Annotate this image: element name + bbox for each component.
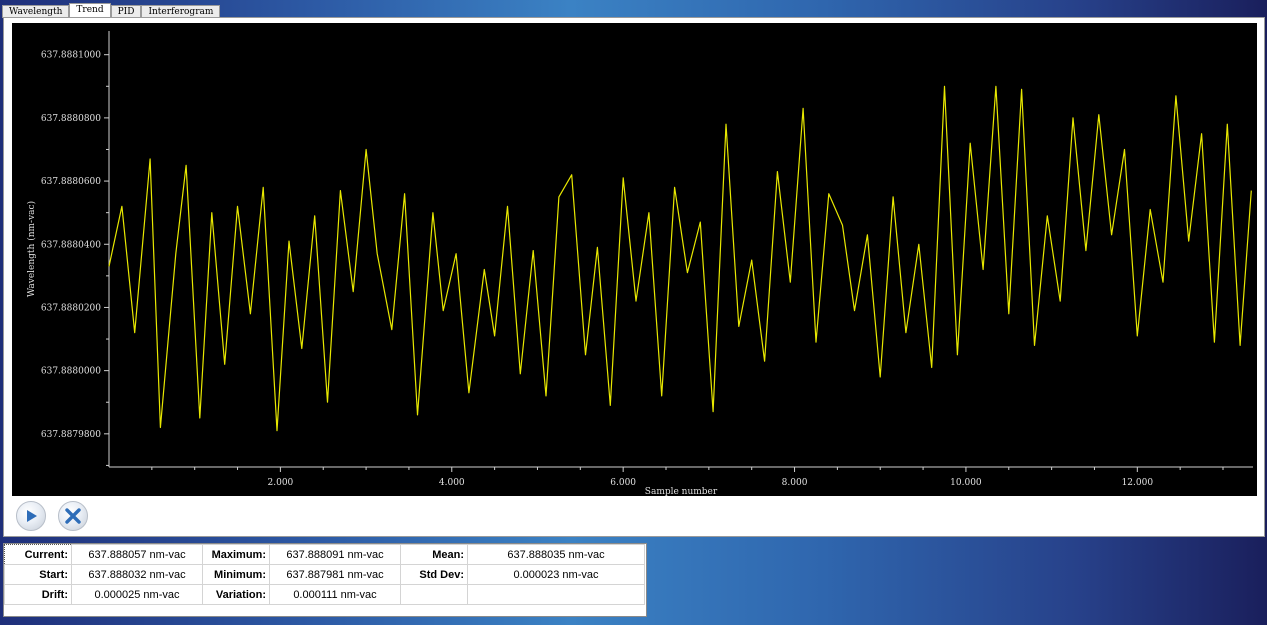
maximum-value: 637.888091 nm-vac — [269, 544, 401, 565]
stats-row: Current: 637.888057 nm-vac Maximum: 637.… — [4, 544, 645, 565]
mean-label: Mean: — [400, 544, 468, 565]
y-tick-label: 637.8880200 — [41, 303, 101, 313]
y-tick-label: 637.8879800 — [41, 430, 101, 440]
minimum-label: Minimum: — [202, 564, 270, 585]
x-tick-label: 10.000 — [950, 478, 982, 488]
mean-value: 637.888035 nm-vac — [467, 544, 645, 565]
start-label: Start: — [4, 564, 72, 585]
maximum-label: Maximum: — [202, 544, 270, 565]
close-x-icon — [65, 508, 81, 524]
y-axis-label: Wavelength (nm-vac) — [26, 201, 37, 297]
trend-panel: 637.8879800 637.8880000 637.8880200 637.888… — [3, 17, 1265, 537]
y-tick-label: 637.8881000 — [41, 51, 101, 61]
chart-canvas: 637.8879800 637.8880000 637.8880200 637.888… — [26, 31, 1253, 496]
current-value: 637.888057 nm-vac — [71, 544, 203, 565]
x-axis-label: Sample number — [645, 487, 718, 496]
start-value: 637.888032 nm-vac — [71, 564, 203, 585]
x-tick-label: 2.000 — [268, 478, 294, 488]
stddev-value: 0.000023 nm-vac — [467, 564, 645, 585]
trend-chart: 637.8879800 637.8880000 637.8880200 637.888… — [12, 23, 1257, 496]
x-tick-label: 6.000 — [610, 478, 636, 488]
y-tick-label: 637.8880400 — [41, 240, 101, 250]
stats-row: Drift: 0.000025 nm-vac Variation: 0.0001… — [4, 584, 645, 605]
y-tick-label: 637.8880600 — [41, 177, 101, 187]
y-tick-label: 637.8880800 — [41, 114, 101, 124]
variation-value: 0.000111 nm-vac — [269, 584, 401, 605]
variation-label: Variation: — [202, 584, 270, 605]
y-tick-label: 637.8880000 — [41, 367, 101, 377]
empty-value-cell — [467, 584, 645, 605]
x-tick-label: 12.000 — [1122, 478, 1154, 488]
start-button[interactable] — [16, 501, 46, 531]
tab-trend[interactable]: Trend — [69, 3, 111, 18]
tab-bar: Wavelength Trend PID Interferogram — [2, 3, 221, 18]
x-tick-label: 8.000 — [782, 478, 808, 488]
drift-label: Drift: — [4, 584, 72, 605]
current-label: Current: — [4, 544, 72, 565]
stop-button[interactable] — [58, 501, 88, 531]
stats-row: Start: 637.888032 nm-vac Minimum: 637.88… — [4, 564, 645, 585]
stddev-label: Std Dev: — [400, 564, 468, 585]
series-line — [108, 85, 1252, 432]
drift-value: 0.000025 nm-vac — [71, 584, 203, 605]
play-icon — [27, 510, 37, 522]
minimum-value: 637.887981 nm-vac — [269, 564, 401, 585]
x-tick-label: 4.000 — [439, 478, 465, 488]
empty-label-cell — [400, 584, 468, 605]
statistics-table: Current: 637.888057 nm-vac Maximum: 637.… — [3, 543, 647, 617]
